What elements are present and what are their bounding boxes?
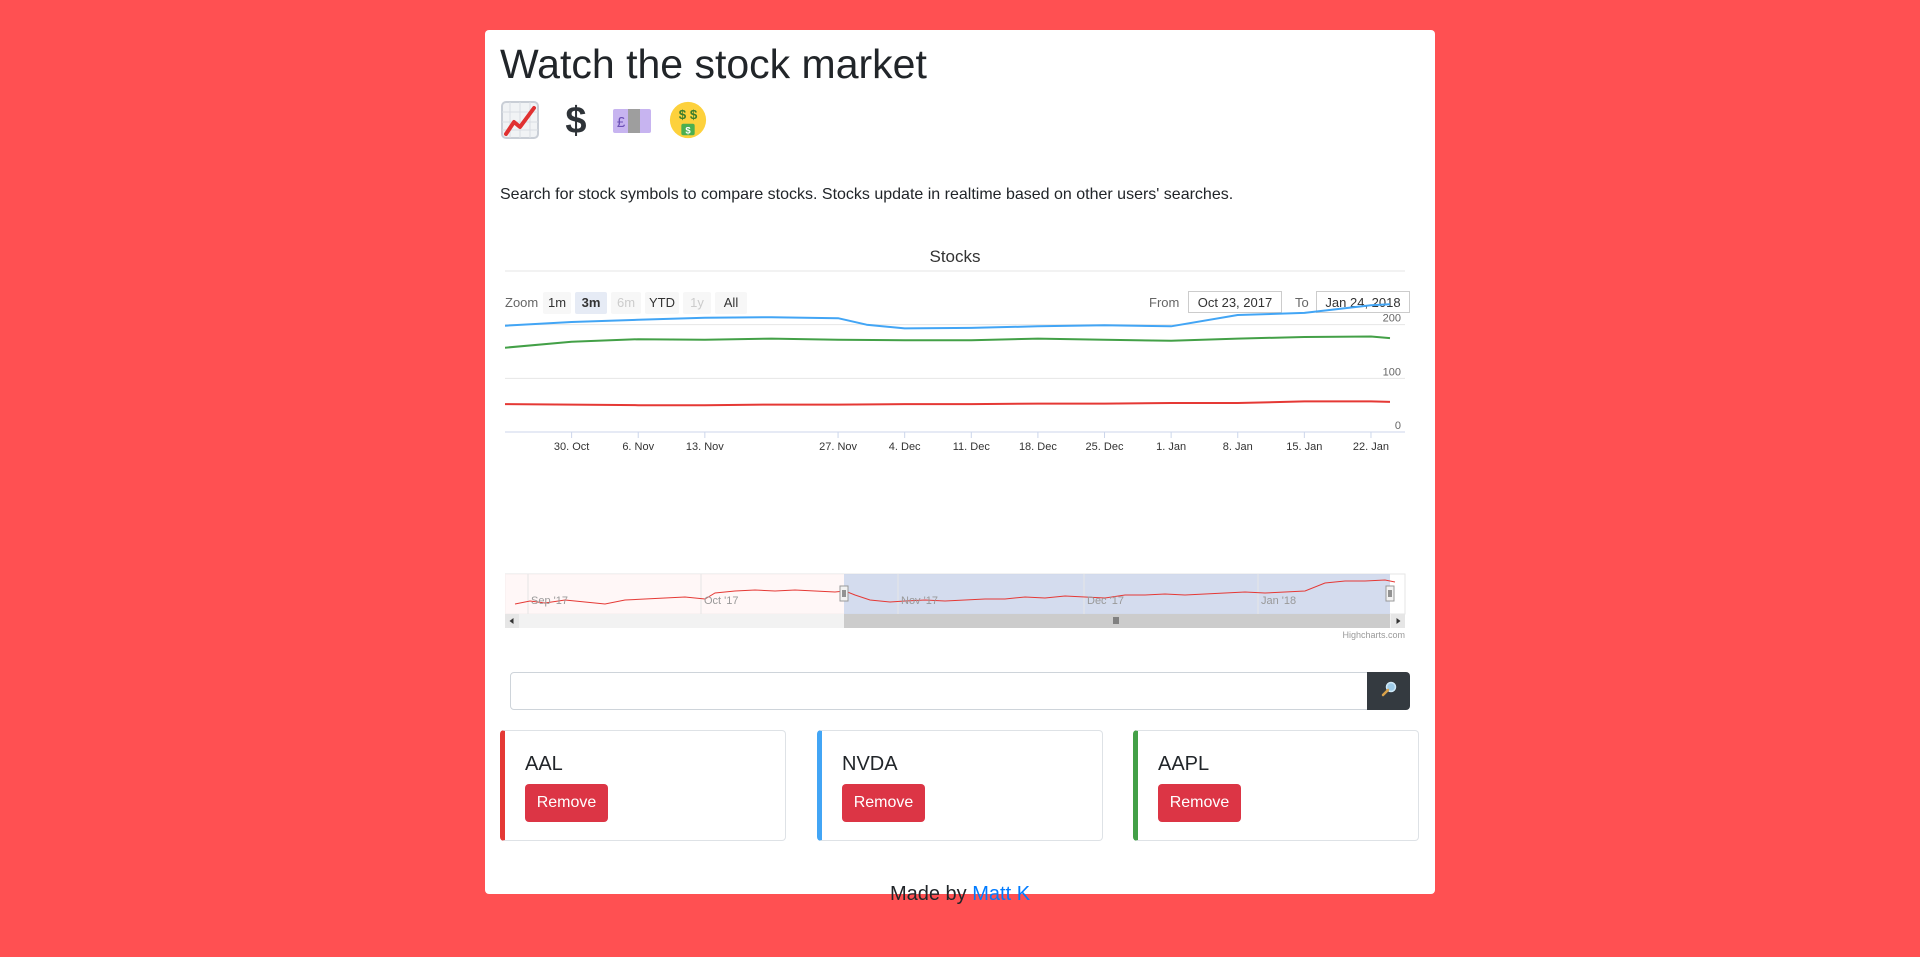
remove-aapl-button[interactable]: Remove bbox=[1158, 784, 1241, 822]
remove-nvda-button[interactable]: Remove bbox=[842, 784, 925, 822]
x-tick-label: 27. Nov bbox=[819, 441, 857, 453]
x-tick-label: 15. Jan bbox=[1286, 441, 1322, 453]
navigator-left-handle[interactable] bbox=[839, 585, 849, 602]
navigator-label: Nov '17 bbox=[901, 595, 938, 607]
chart-increasing-icon bbox=[500, 100, 540, 140]
svg-text:£: £ bbox=[617, 114, 626, 131]
navigator-label: Sep '17 bbox=[531, 595, 568, 607]
money-mouth-face-icon: $ $ $ bbox=[668, 100, 708, 140]
page-description: Search for stock symbols to compare stoc… bbox=[500, 186, 1234, 203]
navigator-label: Dec '17 bbox=[1087, 595, 1124, 607]
footer: Made by Matt K bbox=[485, 883, 1435, 906]
stock-card-aapl: AAPL Remove bbox=[1133, 730, 1419, 841]
dollar-sign-icon: $ bbox=[556, 100, 596, 140]
svg-text:$ $: $ $ bbox=[679, 107, 698, 122]
navigator-right-handle[interactable] bbox=[1385, 585, 1395, 602]
y-tick-label: 100 bbox=[1383, 366, 1401, 378]
search-button[interactable] bbox=[1367, 672, 1410, 710]
navigator-selection[interactable] bbox=[844, 574, 1390, 614]
y-tick-label: 0 bbox=[1395, 420, 1401, 432]
scrollbar-thumb[interactable] bbox=[844, 614, 1390, 628]
chart-plot: 0 100 200 30. Oct 6. Nov 13. Nov 27. Nov 4. De… bbox=[505, 270, 1406, 640]
x-tick-label: 18. Dec bbox=[1019, 441, 1057, 453]
navigator-label: Jan '18 bbox=[1261, 595, 1296, 607]
stock-symbol: AAPL bbox=[1158, 753, 1210, 775]
author-link[interactable]: Matt K bbox=[972, 883, 1030, 905]
search-bar bbox=[510, 672, 1410, 710]
x-tick-label: 6. Nov bbox=[622, 441, 654, 453]
svg-text:$: $ bbox=[685, 125, 691, 136]
pound-banknote-icon: £ bbox=[612, 100, 652, 140]
x-tick-label: 1. Jan bbox=[1156, 441, 1186, 453]
x-tick-label: 30. Oct bbox=[554, 441, 589, 453]
main-card: Watch the stock market $ £ $ $ $ Search … bbox=[485, 30, 1435, 905]
scrollbar-left-arrow[interactable] bbox=[505, 614, 519, 628]
stock-symbol: NVDA bbox=[842, 753, 898, 775]
remove-aal-button[interactable]: Remove bbox=[525, 784, 608, 822]
stock-search-input[interactable] bbox=[510, 672, 1368, 710]
svg-text:$: $ bbox=[565, 100, 586, 140]
y-tick-label: 200 bbox=[1383, 313, 1401, 325]
x-tick-label: 11. Dec bbox=[953, 441, 991, 453]
stock-card-aal: AAL Remove bbox=[500, 730, 786, 841]
x-tick-label: 25. Dec bbox=[1086, 441, 1124, 453]
x-tick-label: 8. Jan bbox=[1223, 441, 1253, 453]
series-line-aal[interactable] bbox=[505, 400, 1391, 407]
navigator-label: Oct '17 bbox=[704, 595, 739, 607]
stock-card-nvda: NVDA Remove bbox=[817, 730, 1103, 841]
x-tick-label: 22. Jan bbox=[1353, 441, 1389, 453]
series-line-aapl[interactable] bbox=[505, 335, 1391, 349]
scrollbar-right-arrow[interactable] bbox=[1391, 614, 1405, 628]
x-tick-label: 13. Nov bbox=[686, 441, 724, 453]
page-title: Watch the stock market bbox=[500, 41, 927, 87]
x-tick-label: 4. Dec bbox=[889, 441, 921, 453]
stock-symbol: AAL bbox=[525, 753, 563, 775]
stock-chart: Stocks Zoom 1m 3m 6m YTD 1y All From Oct… bbox=[505, 235, 1415, 645]
magnifier-icon bbox=[1381, 681, 1397, 702]
highcharts-credit[interactable]: Highcharts.com bbox=[1342, 630, 1405, 640]
emoji-row: $ £ $ $ $ bbox=[500, 100, 708, 140]
made-by-text: Made by bbox=[889, 883, 967, 905]
chart-navigator[interactable]: Sep '17 Oct '17 Nov '17 Dec '17 Jan '18 bbox=[505, 573, 1406, 628]
